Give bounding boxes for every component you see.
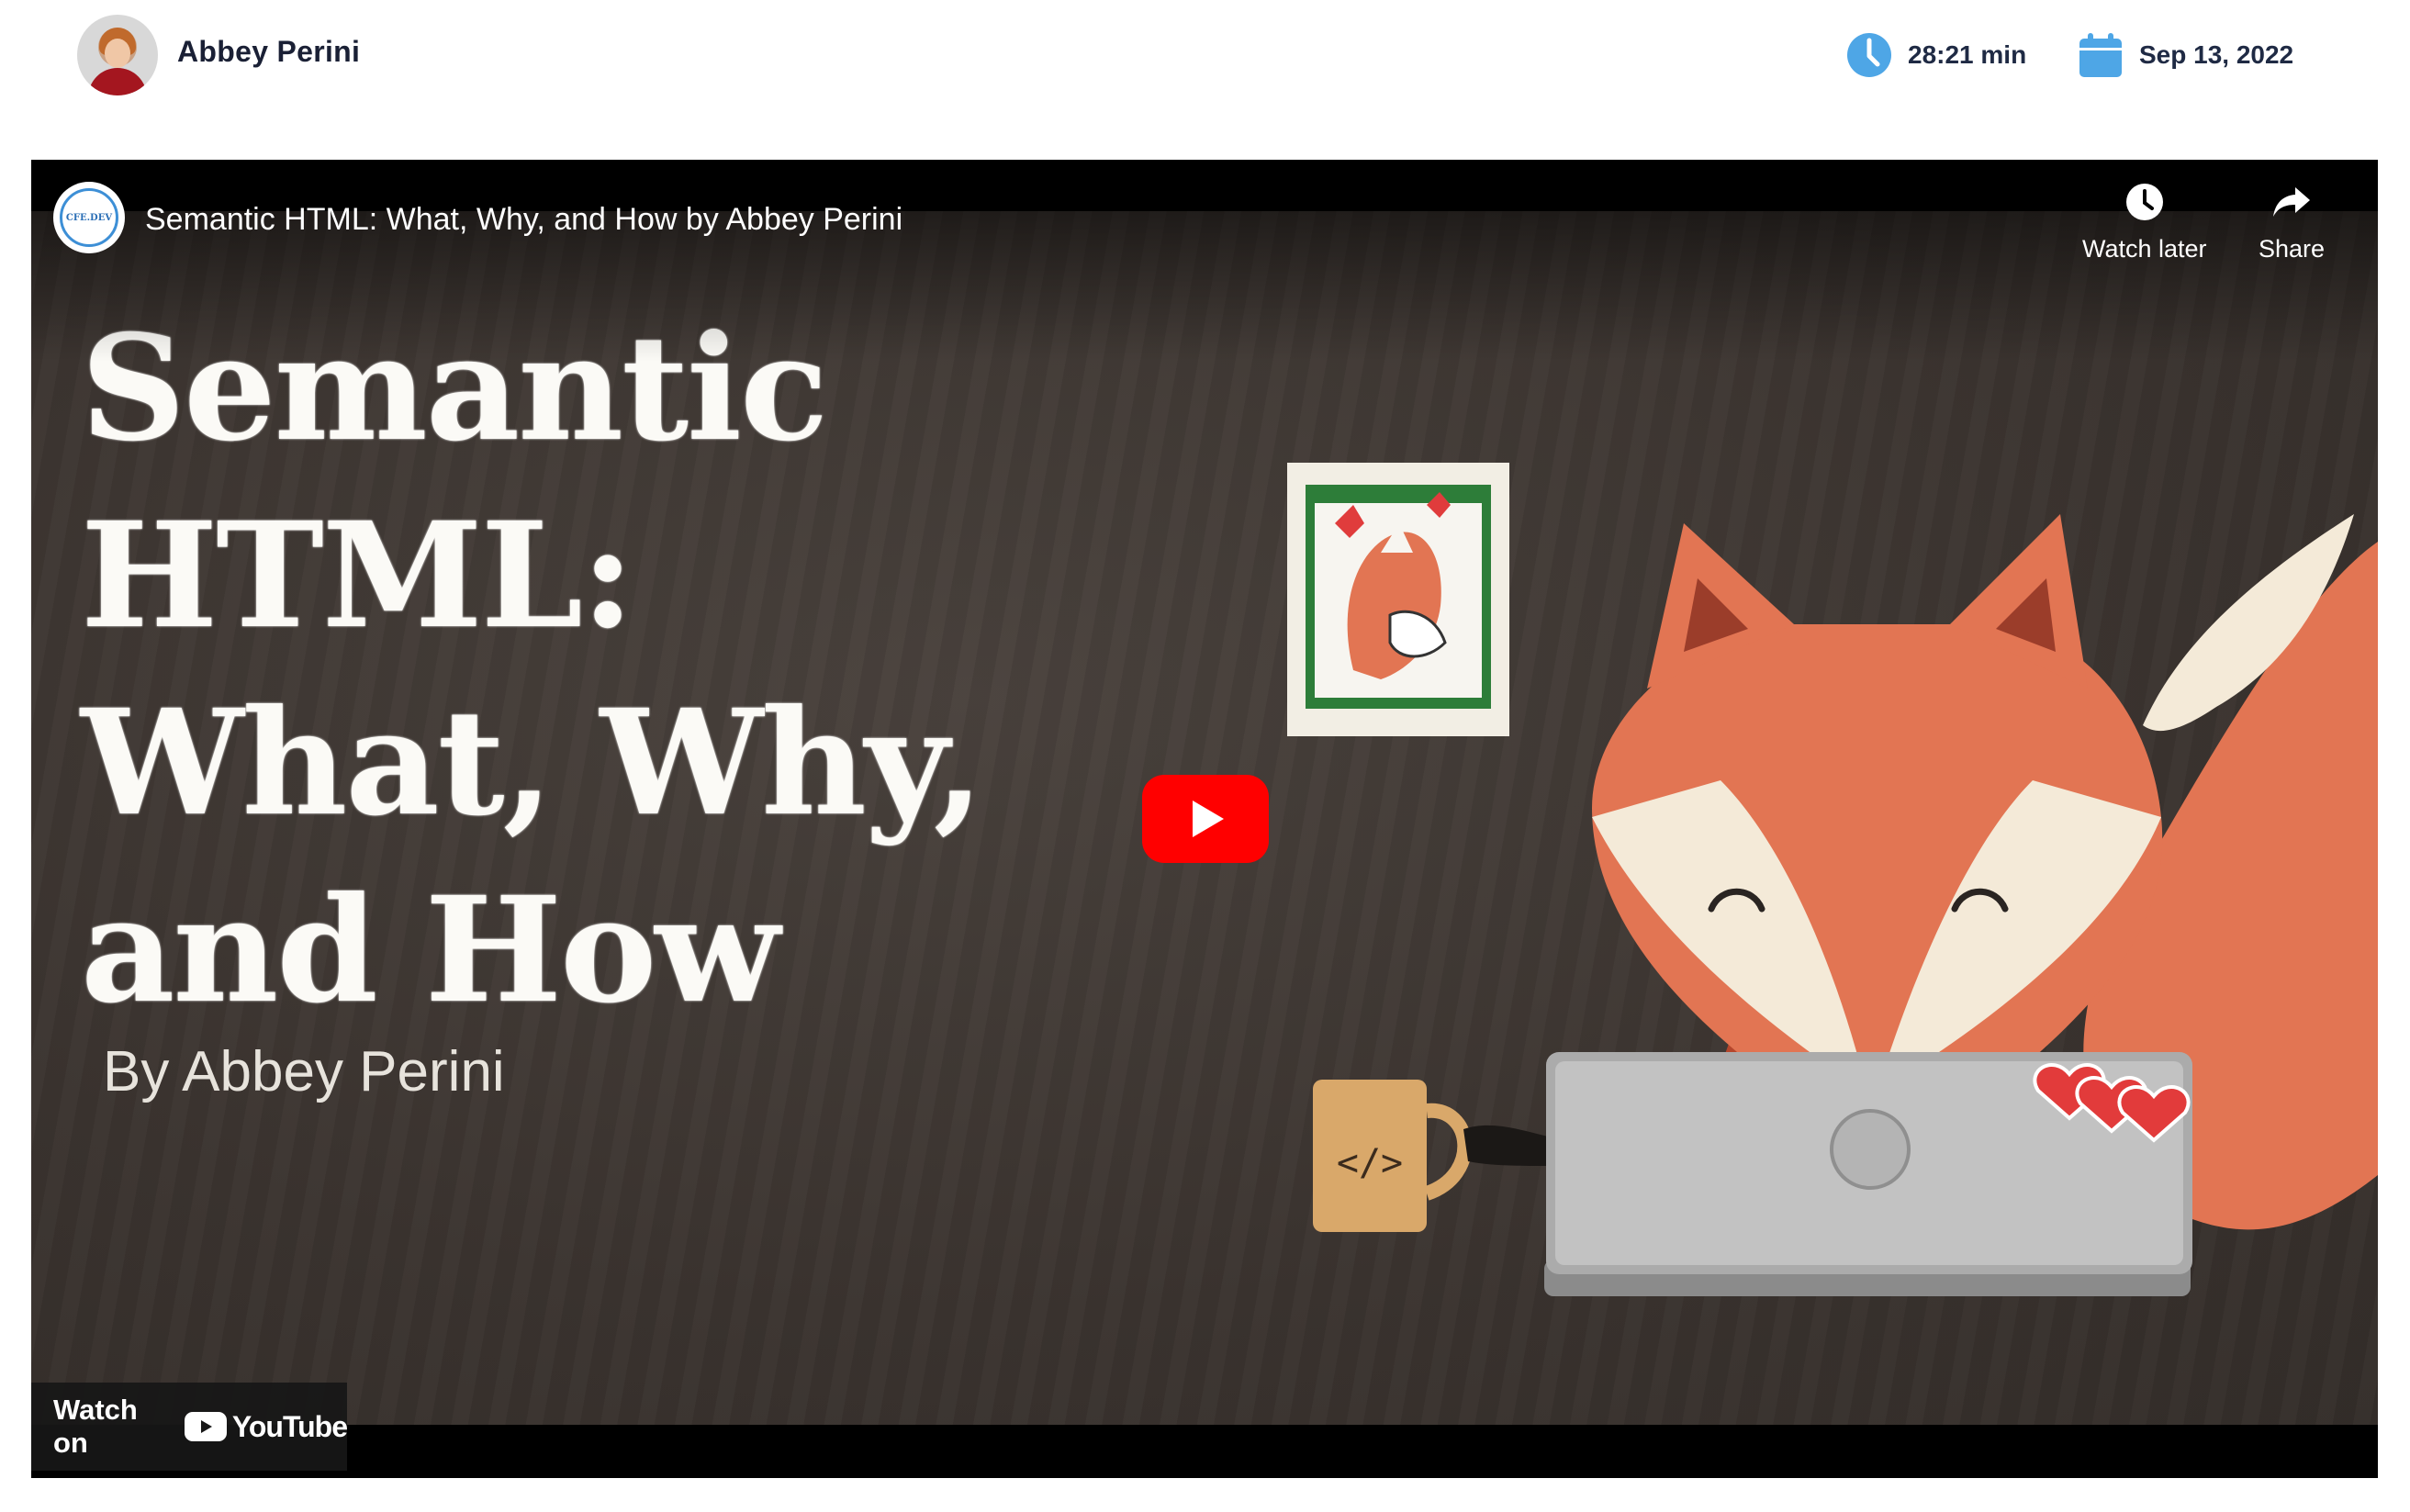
youtube-play-icon xyxy=(184,1412,227,1441)
duration-text: 28:21 min xyxy=(1908,40,2027,69)
youtube-logo: YouTube xyxy=(184,1409,348,1444)
thumbnail-title: Semantic HTML: What, Why, and How xyxy=(81,296,984,1045)
calendar-icon xyxy=(2079,33,2122,77)
thumbnail-title-line: HTML: xyxy=(81,491,634,661)
thumbnail-title-line: What, Why, xyxy=(81,678,984,848)
youtube-wordmark: YouTube xyxy=(231,1409,348,1443)
post-meta-header: Abbey Perini 28:21 min Sep 13, 2022 xyxy=(0,0,2410,110)
video-title-link[interactable]: Semantic HTML: What, Why, and How by Abb… xyxy=(145,202,902,238)
thumbnail-title-line: and How xyxy=(81,866,779,1036)
play-button[interactable] xyxy=(1142,775,1269,863)
share-button[interactable]: Share xyxy=(2259,182,2325,263)
channel-logo-text: CFE.DEV xyxy=(60,188,118,247)
thumbnail-byline: By Abbey Perini xyxy=(103,1040,505,1103)
clock-icon xyxy=(2125,184,2163,220)
clock-icon xyxy=(1847,33,1891,77)
date-text: Sep 13, 2022 xyxy=(2139,40,2294,69)
share-arrow-icon xyxy=(2273,187,2311,217)
publish-date: Sep 13, 2022 xyxy=(2077,29,2293,81)
watch-on-label: Watch on xyxy=(53,1394,138,1459)
watch-on-youtube-button[interactable]: Watch on YouTube xyxy=(31,1383,348,1471)
author-name[interactable]: Abbey Perini xyxy=(177,35,360,69)
watch-later-label: Watch later xyxy=(2082,235,2207,263)
author-avatar[interactable] xyxy=(77,15,158,95)
channel-avatar[interactable]: CFE.DEV xyxy=(53,182,125,253)
youtube-embed-player[interactable]: </> Semantic HTML: What, Why, and How By… xyxy=(31,160,2378,1478)
top-overlay xyxy=(31,160,2378,362)
mug-code-text: </> xyxy=(1337,1142,1403,1184)
watch-later-button[interactable]: Watch later xyxy=(2082,182,2207,263)
reading-duration: 28:21 min xyxy=(1845,29,2026,81)
share-label: Share xyxy=(2259,235,2326,263)
